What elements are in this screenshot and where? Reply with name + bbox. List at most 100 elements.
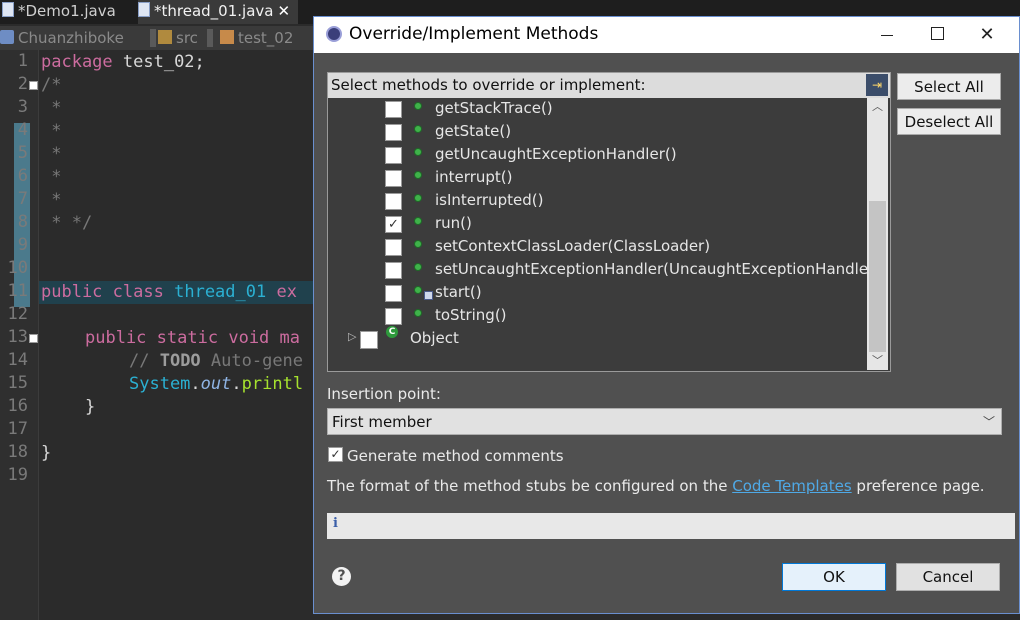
method-row[interactable]: start() (328, 282, 868, 305)
class-node-object[interactable]: ▷ C Object (328, 326, 868, 351)
public-method-icon (414, 240, 422, 248)
line-number: 4 (17, 120, 28, 140)
line-number: 5 (17, 143, 28, 163)
java-file-icon (138, 2, 150, 17)
line-number: 8 (17, 212, 28, 232)
class-icon: C (386, 326, 398, 338)
line-number: 17 (7, 419, 28, 439)
code-text: test_02; (112, 52, 205, 72)
methods-tree[interactable]: getStackTrace() getState() getUncaughtEx… (327, 98, 891, 372)
code-line: package test_02; (41, 51, 205, 74)
chevron-down-icon: ﹀ (982, 415, 995, 429)
method-name: getState() (435, 122, 512, 140)
line-number: 3 (17, 97, 28, 117)
public-method-icon (414, 286, 422, 294)
method-row[interactable]: interrupt() (328, 167, 868, 190)
tab-label: *Demo1.java (18, 2, 116, 20)
method-checkbox[interactable] (385, 262, 402, 279)
method-checkbox[interactable] (385, 193, 402, 210)
fold-toggle-icon[interactable] (29, 81, 38, 90)
field-name: out (200, 374, 232, 394)
method-name: getUncaughtExceptionHandler() (435, 145, 677, 163)
keyword: public (85, 328, 147, 348)
select-all-button[interactable]: Select All (897, 73, 1001, 100)
maximize-icon (930, 27, 944, 40)
code-line: * (41, 98, 62, 118)
methods-scrollbar[interactable]: ︿ ﹀ (867, 98, 888, 370)
method-checkbox[interactable] (385, 147, 402, 164)
breadcrumb-project[interactable]: Chuanzhiboke (0, 27, 124, 49)
method-row[interactable]: ✓ run() (328, 213, 868, 236)
method-row[interactable]: getStackTrace() (328, 98, 868, 121)
method-checkbox[interactable] (385, 101, 402, 118)
method-checkbox-checked[interactable]: ✓ (385, 216, 402, 233)
code-line: /* (41, 75, 62, 95)
method-checkbox[interactable] (385, 308, 402, 325)
line-number: 2 (17, 74, 28, 94)
scroll-thumb[interactable] (869, 201, 886, 352)
ok-button[interactable]: OK (782, 563, 886, 591)
keyword: void (228, 328, 270, 348)
code-line: System.out.printl (129, 373, 303, 396)
method-row[interactable]: getState() (328, 121, 868, 144)
public-method-icon (414, 102, 422, 110)
method-row[interactable]: getUncaughtExceptionHandler() (328, 144, 868, 167)
code-line: * (41, 190, 62, 210)
method-row[interactable]: setUncaughtExceptionHandler(UncaughtExce… (328, 259, 880, 282)
insertion-point-label: Insertion point: (327, 385, 441, 403)
minimize-button[interactable] (862, 17, 912, 53)
method-row[interactable]: isInterrupted() (328, 190, 868, 213)
keyword: public (41, 282, 103, 302)
code-line: * */ (41, 213, 93, 233)
code-line: } (41, 443, 52, 463)
code-line: } (85, 397, 96, 417)
insertion-point-select[interactable]: First member ﹀ (327, 408, 1002, 435)
line-number: 14 (7, 350, 28, 370)
code-templates-link[interactable]: Code Templates (732, 477, 851, 495)
code-line: * (41, 144, 62, 164)
method-name: toString() (435, 306, 507, 324)
line-number: 12 (7, 304, 28, 324)
breadcrumb-package[interactable]: test_02 (220, 27, 293, 49)
public-method-icon (414, 309, 422, 317)
method-row[interactable]: toString() (328, 305, 868, 328)
expand-arrow-icon[interactable]: ▷ (348, 330, 356, 343)
method-name: setContextClassLoader(ClassLoader) (435, 237, 711, 255)
method-checkbox[interactable] (385, 124, 402, 141)
generate-comments-checkbox[interactable]: ✓ (328, 447, 343, 462)
keyword: class (112, 282, 164, 302)
keyword: ex (266, 282, 297, 302)
class-checkbox[interactable] (360, 331, 378, 349)
class-name: System (129, 374, 191, 394)
scroll-up-arrow-icon[interactable]: ︿ (867, 98, 888, 116)
tab-demo1[interactable]: *Demo1.java (2, 0, 132, 24)
method-name: isInterrupted() (435, 191, 544, 209)
sort-methods-icon[interactable]: ⇥ (866, 74, 888, 96)
keyword: static (156, 328, 219, 348)
fold-toggle-icon[interactable] (29, 334, 38, 343)
method-row[interactable]: setContextClassLoader(ClassLoader) (328, 236, 868, 259)
code-line: * (41, 167, 62, 187)
eclipse-icon (326, 26, 342, 42)
close-tab-icon[interactable]: ✕ (277, 2, 290, 20)
help-icon[interactable]: ? (332, 567, 351, 586)
tab-thread-01[interactable]: *thread_01.java ✕ (138, 0, 298, 24)
line-number: 6 (17, 166, 28, 186)
line-number: 15 (7, 373, 28, 393)
method-checkbox[interactable] (385, 285, 402, 302)
breadcrumb-src[interactable]: src (158, 27, 198, 49)
method-name: getStackTrace() (435, 99, 553, 117)
dialog-titlebar[interactable]: Override/Implement Methods ✕ (314, 17, 1019, 53)
public-method-icon (414, 171, 422, 179)
method-checkbox[interactable] (385, 239, 402, 256)
cancel-button[interactable]: Cancel (896, 563, 1000, 591)
close-button[interactable]: ✕ (962, 17, 1012, 53)
generate-comments-label[interactable]: Generate method comments (347, 447, 564, 465)
deselect-all-button[interactable]: Deselect All (897, 108, 1001, 135)
method-name: run() (435, 214, 472, 232)
package-icon (220, 29, 234, 44)
method-checkbox[interactable] (385, 170, 402, 187)
scroll-down-arrow-icon[interactable]: ﹀ (867, 352, 888, 370)
maximize-button[interactable] (912, 17, 962, 53)
tab-label: *thread_01.java (154, 2, 274, 20)
